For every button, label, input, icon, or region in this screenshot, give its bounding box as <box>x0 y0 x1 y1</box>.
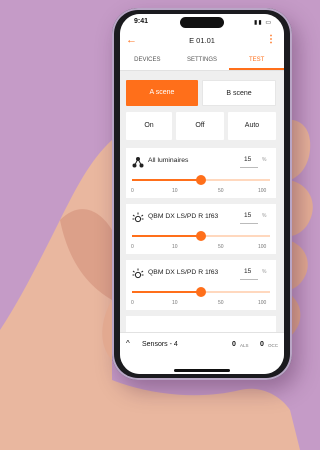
more-options-icon[interactable]: ⋮ <box>266 34 276 45</box>
tab-bar: DEVICES SETTINGS TEST <box>120 52 284 71</box>
slider-thumb[interactable] <box>196 175 206 185</box>
tick-label: 0 <box>131 300 134 306</box>
phone-screen: 9:41 ▮▮ ▭ ← E 01.01 ⋮ DEVICES SETTINGS T… <box>120 14 284 374</box>
b-scene-button[interactable]: B scene <box>202 80 276 106</box>
tick-label: 100 <box>258 300 267 306</box>
level-input[interactable]: 15 <box>244 212 251 219</box>
slider-fill <box>132 291 201 293</box>
level-slider[interactable] <box>132 175 270 185</box>
level-slider[interactable] <box>132 231 270 241</box>
level-slider[interactable] <box>132 287 270 297</box>
tick-label: 10 <box>172 244 178 250</box>
als-label: ALS <box>240 343 249 348</box>
tick-label: 100 <box>258 188 267 194</box>
level-input-underline <box>240 279 258 280</box>
card-name: QBM DX LS/PD R 1f63 <box>148 269 219 276</box>
chevron-up-icon[interactable]: ^ <box>126 339 130 348</box>
a-scene-button[interactable]: A scene <box>126 80 198 106</box>
sensors-label: Sensors - 4 <box>142 341 178 348</box>
card-name: All luminaires <box>148 157 189 164</box>
on-button[interactable]: On <box>126 112 172 140</box>
off-button[interactable]: Off <box>176 112 224 140</box>
tab-settings[interactable]: SETTINGS <box>175 52 230 70</box>
signal-battery-icon: ▮▮ ▭ <box>254 20 272 26</box>
slider-thumb[interactable] <box>196 287 206 297</box>
tick-label: 10 <box>172 300 178 306</box>
level-input[interactable]: 15 <box>244 156 251 163</box>
card-name: QBM DX LS/PD R 1f63 <box>148 213 219 220</box>
level-input-underline <box>240 167 258 168</box>
slider-fill <box>132 235 201 237</box>
tick-label: 50 <box>218 188 224 194</box>
network-icon <box>132 157 144 168</box>
status-time: 9:41 <box>134 18 149 25</box>
home-indicator[interactable] <box>174 369 230 372</box>
light-bulb-icon <box>132 268 144 279</box>
auto-button[interactable]: Auto <box>228 112 276 140</box>
percent-unit: % <box>262 157 267 163</box>
level-input-underline <box>240 223 258 224</box>
dynamic-island <box>180 17 224 28</box>
luminaire-card: All luminaires 15 % 0 10 50 100 <box>126 148 276 198</box>
als-value: 0 <box>232 341 236 348</box>
percent-unit: % <box>262 213 267 219</box>
slider-thumb[interactable] <box>196 231 206 241</box>
tab-devices[interactable]: DEVICES <box>120 52 175 70</box>
luminaire-card: QBM DX LS/PD R 1f63 15 % 0 10 50 100 <box>126 204 276 254</box>
tick-label: 50 <box>218 300 224 306</box>
occ-label: OCC <box>268 343 278 348</box>
tick-label: 50 <box>218 244 224 250</box>
tick-label: 100 <box>258 244 267 250</box>
percent-unit: % <box>262 269 267 275</box>
page-title: E 01.01 <box>189 36 215 45</box>
tick-label: 0 <box>131 188 134 194</box>
app-bar: ← E 01.01 ⋮ <box>120 30 284 52</box>
status-bar: 9:41 ▮▮ ▭ <box>120 14 284 30</box>
sensors-bar[interactable]: ^ Sensors - 4 0 ALS 0 OCC <box>120 332 284 374</box>
tick-label: 10 <box>172 188 178 194</box>
light-bulb-icon <box>132 212 144 223</box>
tick-label: 0 <box>131 244 134 250</box>
level-input[interactable]: 15 <box>244 268 251 275</box>
occ-value: 0 <box>260 341 264 348</box>
slider-fill <box>132 179 201 181</box>
luminaire-card: QBM DX LS/PD R 1f63 15 % 0 10 50 100 <box>126 260 276 310</box>
tab-test[interactable]: TEST <box>229 52 284 70</box>
